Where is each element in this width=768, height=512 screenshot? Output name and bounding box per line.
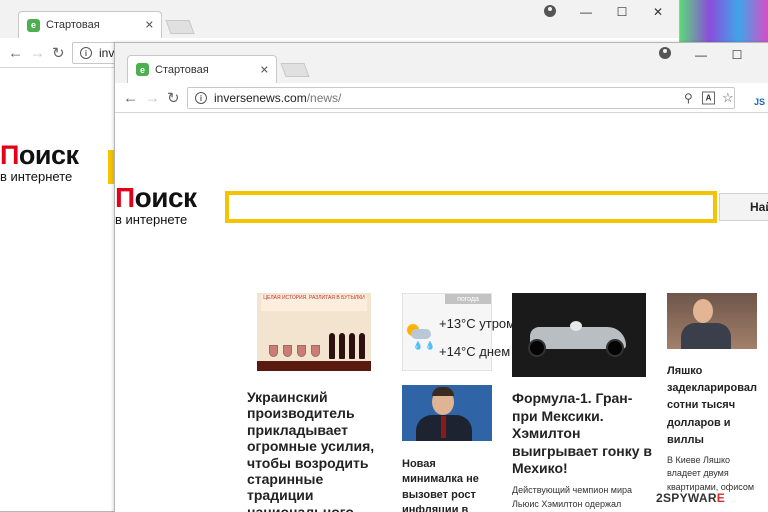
window-controls-back: — ☐ ✕ (568, 0, 676, 24)
wine-bottle (339, 333, 345, 359)
weather-morning: +13°C утром (439, 316, 516, 331)
info-icon[interactable]: i (80, 47, 92, 59)
person-hair (432, 387, 454, 396)
toolbar-front: ← → ↻ i inversenews.com/news/ ⚲ A ☆ JS (115, 83, 768, 113)
tab-front-startpage[interactable]: e Стартовая ✕ (127, 55, 277, 83)
reload-icon[interactable]: ↻ (52, 44, 65, 62)
minimize-icon[interactable]: — (683, 43, 719, 67)
news-headline-2[interactable]: Новая минималка не вызовет рост инфляции… (402, 457, 498, 512)
news-image-f1[interactable] (512, 293, 646, 377)
cloud-icon (411, 329, 431, 339)
logo-letter: П (0, 140, 19, 170)
desktop: e Стартовая ✕ — ☐ ✕ ← → ↻ i inve Поиск в… (0, 0, 768, 512)
arrow-left-icon[interactable]: ← (8, 44, 23, 61)
titlebar-back: e Стартовая ✕ — ☐ ✕ (0, 0, 679, 38)
wine-bottle (329, 333, 335, 359)
wine-glass (269, 345, 278, 357)
close-window-icon[interactable]: ✕ (640, 0, 676, 24)
wine-image-strip (257, 361, 371, 371)
browser-window-front: e Стартовая ✕ — ☐ ← → ↻ i inversenews.co… (114, 42, 768, 512)
news-snippet-3: Действующий чемпион мира Льюис Хэмилтон … (512, 485, 633, 509)
url-host: inversenews.com (214, 91, 307, 105)
wine-glass (311, 345, 320, 357)
minimize-icon[interactable]: — (568, 0, 604, 24)
logo-subtitle: в интернете (115, 212, 188, 227)
weather-day: +14°C днем (439, 344, 511, 359)
news-image-lyashko[interactable] (667, 293, 757, 349)
favicon-icon: e (136, 63, 149, 76)
wine-bottle (359, 333, 365, 359)
site-logo-front[interactable]: Поиск в интернете (115, 182, 197, 227)
rain-icon: 💧💧 (413, 341, 437, 350)
watermark-suffix: E (716, 491, 726, 505)
reload-icon[interactable]: ↻ (167, 89, 180, 107)
maximize-icon[interactable]: ☐ (604, 0, 640, 24)
profile-icon[interactable] (659, 47, 671, 59)
profile-icon[interactable] (544, 5, 556, 17)
person-body (681, 323, 731, 349)
tab-back-startpage[interactable]: e Стартовая ✕ (18, 11, 162, 38)
tab-title: Стартовая (46, 19, 100, 31)
logo-subtitle: в интернете (0, 169, 73, 184)
logo-word: оиск (134, 182, 197, 213)
new-tab-button[interactable] (165, 20, 195, 34)
news-image-minister[interactable] (402, 385, 492, 441)
wine-bottle (349, 333, 355, 359)
address-bar-front[interactable]: i inversenews.com/news/ ⚲ A ☆ (187, 87, 735, 109)
logo-word: оиск (18, 140, 79, 170)
info-icon[interactable]: i (195, 92, 207, 104)
news-headline-4[interactable]: Ляшко задекларировал сотни тысяч долларо… (667, 363, 762, 449)
news-headline-3[interactable]: Формула-1. Гран-при Мексики. Хэмилтон вы… (512, 390, 656, 478)
magnifier-icon[interactable]: ⚲ (684, 91, 693, 105)
person-head (693, 299, 713, 323)
tab-title: Стартовая (155, 63, 209, 76)
search-input[interactable] (225, 191, 717, 223)
car-wheel (606, 339, 624, 357)
background-wallpaper (680, 0, 768, 42)
close-tab-icon[interactable]: ✕ (145, 19, 154, 32)
wine-glass (283, 345, 292, 357)
logo-letter: П (115, 182, 135, 213)
watermark: 2SPYWARE (656, 491, 725, 505)
car-wheel (528, 339, 546, 357)
close-tab-icon[interactable]: ✕ (260, 63, 269, 76)
titlebar-front: e Стартовая ✕ — ☐ (115, 43, 768, 83)
news-image-wine[interactable]: ЦЕЛАЯ ИСТОРИЯ, РАЗЛИТАЯ В БУТЫЛКИ (257, 293, 371, 371)
url-path: /news/ (306, 91, 342, 105)
site-logo-back[interactable]: Поиск в интернете (0, 140, 79, 184)
news-snippet-4: В Киеве Ляшко владеет двумя квартирами, … (667, 455, 755, 492)
wine-glass (297, 345, 306, 357)
search-button[interactable]: Найти (719, 193, 768, 221)
window-controls-front: — ☐ (683, 43, 755, 67)
wine-banner-text: ЦЕЛАЯ ИСТОРИЯ, РАЗЛИТАЯ В БУТЫЛКИ (261, 295, 367, 311)
extension-icon[interactable]: JS (747, 89, 765, 107)
news-headline-1[interactable]: Украинский производитель прикладывает ог… (247, 389, 385, 512)
weather-widget[interactable]: погода 💧💧 +13°C утром +14°C днем (402, 293, 515, 371)
arrow-right-icon[interactable]: → (30, 44, 45, 61)
arrow-right-icon[interactable]: → (145, 89, 160, 106)
arrow-left-icon[interactable]: ← (123, 89, 138, 106)
new-tab-button[interactable] (280, 63, 310, 77)
person-tie (441, 416, 446, 438)
translate-icon[interactable]: A (702, 91, 715, 105)
driver-helmet (570, 321, 582, 331)
weather-tag: погода (445, 294, 491, 304)
favicon-icon: e (27, 18, 40, 32)
watermark-prefix: 2SPYWAR (656, 491, 717, 505)
maximize-icon[interactable]: ☐ (719, 43, 755, 67)
star-icon[interactable]: ☆ (722, 90, 734, 106)
